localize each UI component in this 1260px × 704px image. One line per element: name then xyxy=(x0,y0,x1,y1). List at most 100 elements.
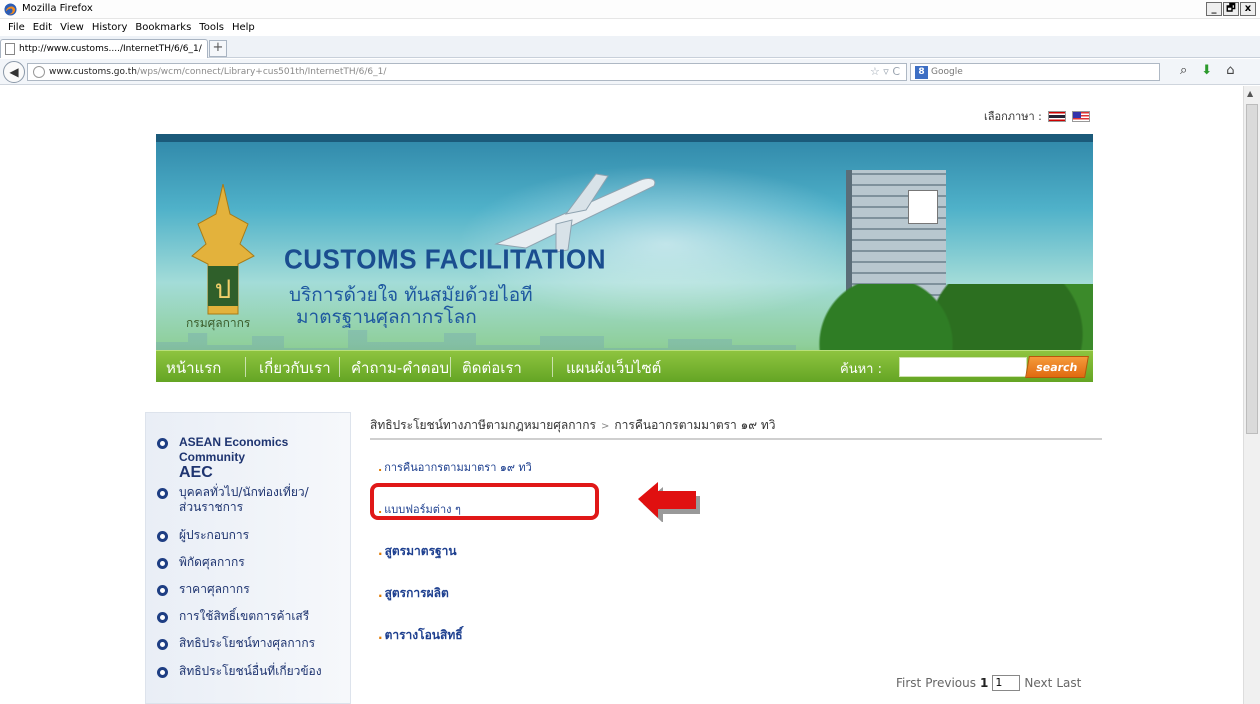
window-titlebar: Mozilla Firefox _ 🗗 x xyxy=(0,0,1260,19)
sidebar-item-label: สิทธิประโยชน์ทางศุลกากร xyxy=(179,636,316,650)
tab-label: http://www.customs..../InternetTH/6/6_1/ xyxy=(19,44,202,54)
bullet-icon xyxy=(157,438,168,449)
download-icon[interactable]: ⬇ xyxy=(1201,63,1212,78)
sidebar-item-tariff[interactable]: พิกัดศุลกากร xyxy=(146,555,245,570)
globe-icon xyxy=(33,66,45,78)
page-icon xyxy=(5,43,15,55)
url-text: www.customs.go.th/wps/wcm/connect/Librar… xyxy=(49,67,386,77)
bullet-icon: . xyxy=(378,628,383,642)
bullet-icon: . xyxy=(378,461,383,474)
window-title: Mozilla Firefox xyxy=(22,3,93,14)
sidebar-item-aec[interactable]: ASEAN Economics Community AEC xyxy=(146,435,350,481)
breadcrumb-current: การคืนอากรตามมาตรา ๑๙ ทวิ xyxy=(614,418,776,432)
sidebar-item-line: AEC xyxy=(179,464,213,481)
nav-separator xyxy=(339,357,340,377)
nav-home[interactable]: หน้าแรก xyxy=(166,356,221,380)
nav-contact[interactable]: ติดต่อเรา xyxy=(462,356,522,380)
sidebar-item-label: พิกัดศุลกากร xyxy=(179,555,245,569)
sidebar-item-fta[interactable]: การใช้สิทธิ์เขตการค้าเสรี xyxy=(146,609,309,624)
nav-separator xyxy=(245,357,246,377)
pager-next[interactable]: Next xyxy=(1024,676,1052,690)
language-label: เลือกภาษา : xyxy=(984,110,1042,123)
divider xyxy=(370,438,1102,440)
pagination: First Previous 1 1 Next Last xyxy=(896,675,1081,691)
home-icon[interactable]: ⌂ xyxy=(1226,63,1234,78)
bullet-icon xyxy=(157,639,168,650)
pager-last[interactable]: Last xyxy=(1056,676,1081,690)
bullet-icon xyxy=(157,612,168,623)
star-icon[interactable]: ☆ ▿ C xyxy=(870,65,900,78)
toolbar-icons: ⌕ ⬇ ⌂ xyxy=(1180,63,1234,78)
sidebar-item-label: ราคาศุลกากร xyxy=(179,582,250,596)
scrollbar-thumb[interactable] xyxy=(1246,104,1258,434)
back-button[interactable]: ◀ xyxy=(3,61,25,83)
pager-first[interactable]: First xyxy=(896,676,921,690)
nav-sitemap[interactable]: แผนผังเว็บไซต์ xyxy=(566,356,661,380)
site-search-button[interactable]: search xyxy=(1025,356,1089,378)
tab-bar: http://www.customs..../InternetTH/6/6_1/… xyxy=(0,36,1260,58)
search-engine-box[interactable]: 8 Google xyxy=(910,63,1160,81)
link-label: การคืนอากรตามมาตรา ๑๙ ทวิ xyxy=(384,461,532,474)
nav-separator xyxy=(552,357,553,377)
page-number-input[interactable]: 1 xyxy=(992,675,1021,691)
menu-edit[interactable]: Edit xyxy=(33,22,52,33)
sidebar-item-line: ส่วนราชการ xyxy=(179,500,244,514)
menu-bookmarks[interactable]: Bookmarks xyxy=(135,22,191,33)
navigation-bar: ◀ www.customs.go.th/wps/wcm/connect/Libr… xyxy=(0,59,1260,85)
sidebar-item-line: ASEAN Economics Community xyxy=(179,435,289,464)
thai-flag-icon[interactable] xyxy=(1047,110,1066,122)
menu-view[interactable]: View xyxy=(60,22,84,33)
sidebar-item-operators[interactable]: ผู้ประกอบการ xyxy=(146,528,249,543)
link-production-formula[interactable]: . สูตรการผลิต xyxy=(378,584,449,603)
breadcrumb-separator: > xyxy=(601,421,610,432)
search-icon[interactable]: ⌕ xyxy=(1180,63,1187,78)
menu-tools[interactable]: Tools xyxy=(199,22,224,33)
nav-faq[interactable]: คำถาม-คำตอบ xyxy=(351,356,449,380)
bullet-icon xyxy=(157,488,168,499)
menu-file[interactable]: File xyxy=(8,22,25,33)
sidebar-item-line: บุคคลทั่วไป/นักท่องเที่ยว/ xyxy=(179,485,309,499)
menu-bar: File Edit View History Bookmarks Tools H… xyxy=(0,19,1260,36)
english-flag-icon[interactable] xyxy=(1071,110,1090,122)
menu-help[interactable]: Help xyxy=(232,22,255,33)
sidebar-item-public[interactable]: บุคคลทั่วไป/นักท่องเที่ยว/ ส่วนราชการ xyxy=(146,485,309,515)
nav-about[interactable]: เกี่ยวกับเรา xyxy=(259,356,331,380)
sidebar-item-customs-benefits[interactable]: สิทธิประโยชน์ทางศุลกากร xyxy=(146,636,315,651)
pager-previous[interactable]: Previous xyxy=(925,676,976,690)
red-arrow-icon xyxy=(638,482,700,522)
scroll-up-icon[interactable]: ▲ xyxy=(1247,89,1253,98)
bullet-icon: . xyxy=(378,544,383,558)
page-scrollbar[interactable]: ▲ xyxy=(1243,86,1260,704)
new-tab-button[interactable]: + xyxy=(209,40,227,57)
firefox-icon xyxy=(4,3,17,16)
main-nav: หน้าแรก เกี่ยวกับเรา คำถาม-คำตอบ ติดต่อเ… xyxy=(156,350,1093,382)
window-controls: _ 🗗 x xyxy=(1206,2,1256,16)
link-transfer-table[interactable]: . ตารางโอนสิทธิ์ xyxy=(378,626,463,645)
url-domain: www.customs.go.th xyxy=(49,67,137,77)
sidebar-item-valuation[interactable]: ราคาศุลกากร xyxy=(146,582,250,597)
menu-history[interactable]: History xyxy=(92,22,128,33)
sidebar-item-label: ผู้ประกอบการ xyxy=(179,528,250,542)
bullet-icon xyxy=(157,667,168,678)
google-icon: 8 xyxy=(915,65,928,79)
sidebar: ASEAN Economics Community AEC บุคคลทั่วไ… xyxy=(145,412,351,704)
tab-customs[interactable]: http://www.customs..../InternetTH/6/6_1/ xyxy=(0,39,208,58)
search-engine-label: Google xyxy=(931,67,963,77)
site-banner: ป กรมศุลกากร CUSTOMS FACILITATION บริการ… xyxy=(156,134,1093,382)
minimize-button[interactable]: _ xyxy=(1206,2,1222,16)
sidebar-item-other-benefits[interactable]: สิทธิประโยชน์อื่นที่เกี่ยวข้อง xyxy=(146,664,322,679)
link-refund[interactable]: . การคืนอากรตามมาตรา ๑๙ ทวิ xyxy=(378,458,532,476)
maximize-button[interactable]: 🗗 xyxy=(1223,2,1239,16)
banner-headline: CUSTOMS FACILITATION xyxy=(284,243,606,275)
link-label: ตารางโอนสิทธิ์ xyxy=(384,628,463,642)
breadcrumb-parent[interactable]: สิทธิประโยชน์ทางภาษีตามกฎหมายศุลกากร xyxy=(370,418,596,432)
site-search-input[interactable] xyxy=(899,357,1027,377)
airplane-icon xyxy=(494,173,656,253)
svg-text:ป: ป xyxy=(215,275,232,305)
sidebar-item-label: ASEAN Economics Community AEC xyxy=(179,435,350,481)
link-standard-formula[interactable]: . สูตรมาตรฐาน xyxy=(378,542,457,561)
url-bar[interactable]: www.customs.go.th/wps/wcm/connect/Librar… xyxy=(27,63,907,81)
nav-separator xyxy=(450,357,451,377)
close-button[interactable]: x xyxy=(1240,2,1256,16)
sidebar-item-label: สิทธิประโยชน์อื่นที่เกี่ยวข้อง xyxy=(179,664,322,678)
